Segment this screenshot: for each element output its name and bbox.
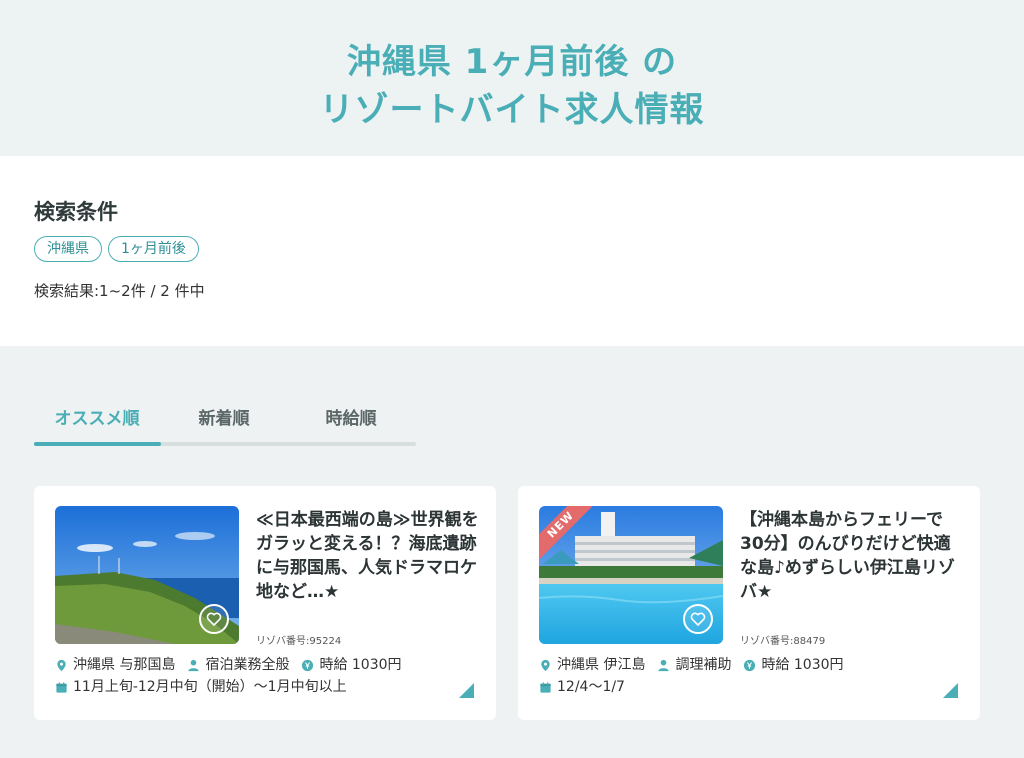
results-section: オススメ順 新着順 時給順 ≪日本最西端の島≫世界観をガラッと変える！？海底遺跡… [0,346,1024,758]
tab-recommended[interactable]: オススメ順 [34,404,160,429]
person-icon [188,659,200,671]
hero-header: 沖縄県 1ヶ月前後 の リゾートバイト求人情報 [0,0,1024,156]
listing-location: 沖縄県 与那国島 [73,657,176,673]
yen-coin-icon [302,659,314,671]
card-corner-arrow-icon [943,683,958,698]
listing-meta: 沖縄県 伊江島 調理補助 時給 1030円 12/4〜1/7 [539,654,959,698]
listing-period: 12/4〜1/7 [557,679,625,695]
favorite-button[interactable] [683,604,713,634]
heart-icon [206,612,222,626]
search-result-count: 検索結果:1~2件 / 2 件中 [34,282,205,300]
listing-job: 調理補助 [675,657,732,673]
listing-number: リゾバ番号:95224 [256,636,342,647]
listing-number: リゾバ番号:88479 [740,636,826,647]
listing-wage: 時給 1030円 [761,657,844,673]
calendar-icon [56,681,67,693]
person-icon [658,659,670,671]
location-pin-icon [541,659,550,671]
tab-hourly-wage[interactable]: 時給順 [288,404,414,429]
listing-photo[interactable] [55,506,239,644]
listing-job: 宿泊業務全般 [205,657,290,673]
heart-icon [690,612,706,626]
page-title-line1: 沖縄県 1ヶ月前後 の [346,42,678,82]
search-conditions-panel: 検索条件 沖縄県 1ヶ月前後 検索結果:1~2件 / 2 件中 [0,156,1024,346]
yen-coin-icon [744,659,756,671]
listing-location: 沖縄県 伊江島 [557,657,646,673]
listing-wage: 時給 1030円 [319,657,402,673]
listing-period: 11月上旬-12月中旬（開始）〜1月中旬以上 [73,679,347,695]
tab-newest[interactable]: 新着順 [161,404,287,429]
favorite-button[interactable] [199,604,229,634]
chip-prefecture[interactable]: 沖縄県 [34,236,102,262]
sort-tabs: オススメ順 新着順 時給順 [34,394,416,450]
chip-duration[interactable]: 1ヶ月前後 [108,236,199,262]
page-title-line2: リゾートバイト求人情報 [319,90,705,130]
search-chips: 沖縄県 1ヶ月前後 [34,236,199,262]
card-corner-arrow-icon [459,683,474,698]
listing-meta: 沖縄県 与那国島 宿泊業務全般 時給 1030円 11月上旬-12月中旬（開始）… [55,654,475,698]
listing-title[interactable]: 【沖縄本島からフェリーで30分】のんびりだけど快適な島♪めずらしい伊江島リゾバ★ [740,508,964,604]
calendar-icon [540,681,551,693]
listing-title[interactable]: ≪日本最西端の島≫世界観をガラッと変える！？海底遺跡に与那国馬、人気ドラマロケ地… [256,508,480,604]
search-conditions-label: 検索条件 [34,200,118,224]
listing-card-95224[interactable]: ≪日本最西端の島≫世界観をガラッと変える！？海底遺跡に与那国馬、人気ドラマロケ地… [34,486,496,720]
page-title: 沖縄県 1ヶ月前後 の リゾートバイト求人情報 [0,38,1024,134]
tab-active-indicator [34,442,161,446]
listing-card-88479[interactable]: NEW 【沖縄本島からフェリーで30分】のんびりだけど快適な島♪めずらしい伊江島… [518,486,980,720]
listing-photo[interactable]: NEW [539,506,723,644]
location-pin-icon [57,659,66,671]
